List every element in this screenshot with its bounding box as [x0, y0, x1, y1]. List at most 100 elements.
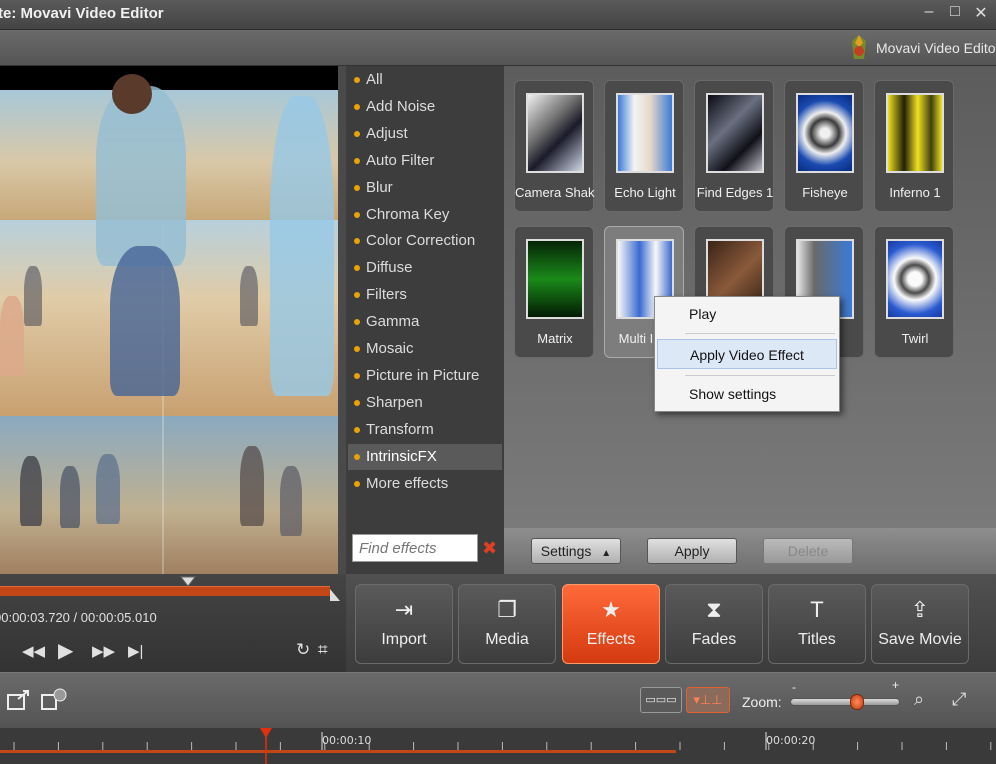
effect-card[interactable]: Echo Light [604, 80, 684, 212]
maximize-button[interactable]: □ [944, 3, 966, 21]
category-label: Blur [366, 178, 393, 196]
effect-thumbnail [706, 93, 764, 173]
menu-divider [685, 333, 835, 334]
end-marker-icon[interactable] [328, 588, 342, 602]
crop-icon[interactable]: ⌗ [318, 640, 328, 660]
category-item[interactable]: Filters [348, 282, 502, 308]
bullet-icon [354, 292, 360, 299]
category-item[interactable]: Diffuse [348, 255, 502, 281]
close-icon[interactable]: ✖ [482, 538, 497, 559]
category-label: Chroma Key [366, 205, 450, 223]
find-effects-input[interactable] [352, 534, 478, 562]
zoom-fit-icon[interactable]: ⌕ [914, 689, 924, 710]
effect-label: Fisheye [802, 185, 848, 200]
effect-card[interactable]: Matrix [514, 226, 594, 358]
category-item[interactable]: Add Noise [348, 94, 502, 120]
category-item[interactable]: Chroma Key [348, 202, 502, 228]
timecode-display: 00:00:03.720 / 00:00:05.010 [0, 610, 157, 625]
play-icon[interactable]: ▶ [58, 638, 73, 663]
category-item[interactable]: Blur [348, 175, 502, 201]
close-button[interactable]: ✕ [970, 3, 992, 23]
bullet-icon [354, 130, 360, 137]
person-figure [20, 456, 42, 526]
context-menu-apply-video-effect[interactable]: Apply Video Effect [657, 339, 837, 369]
category-label: Transform [366, 420, 434, 438]
export-clip-icon[interactable] [6, 687, 32, 713]
person-figure [24, 266, 42, 326]
category-item[interactable]: Picture in Picture [348, 363, 502, 389]
nav-button-save-movie[interactable]: ⇪ Save Movie [871, 584, 969, 664]
bullet-icon [354, 480, 360, 487]
storyboard-view-icon[interactable]: ▭▭▭ [640, 687, 682, 713]
playback-controls: 00:00:03.720 / 00:00:05.010 ◀◀ ▶ ▶▶ ▶| ↻… [0, 574, 346, 672]
category-item[interactable]: Transform [348, 417, 502, 443]
rewind-icon[interactable]: ◀◀ [22, 642, 45, 660]
clip-properties-icon[interactable] [40, 687, 68, 713]
bullet-icon [354, 77, 360, 83]
nav-button-titles[interactable]: T Titles [768, 584, 866, 664]
effect-label: Twirl [901, 331, 929, 346]
person-figure [240, 446, 264, 526]
fullscreen-icon[interactable]: ⤢ [952, 689, 966, 710]
category-item[interactable]: IntrinsicFX [348, 443, 502, 470]
nav-button-label: Import [381, 631, 427, 648]
category-item[interactable]: All [348, 67, 502, 93]
effect-card[interactable]: Twirl [874, 226, 954, 358]
movavi-video-editor-window: te: Movavi Video Editor – □ ✕ Movavi Vid… [0, 0, 996, 764]
category-item[interactable]: Auto Filter [348, 148, 502, 174]
person-figure [240, 266, 258, 326]
category-label: Gamma [366, 313, 420, 331]
zoom-slider-track[interactable] [790, 698, 900, 706]
effect-card[interactable]: Fisheye [784, 80, 864, 212]
category-item[interactable]: Sharpen [348, 390, 502, 416]
next-frame-icon[interactable]: ▶| [128, 642, 143, 660]
effect-card[interactable]: Camera Shake [514, 80, 595, 212]
rotate-icon[interactable]: ↻ [296, 640, 310, 660]
person-figure [60, 466, 80, 528]
effect-thumbnail [526, 93, 584, 173]
zoom-minus: - [792, 680, 796, 694]
nav-button-fades[interactable]: ⧗ Fades [665, 584, 763, 664]
title-bar: te: Movavi Video Editor – □ ✕ [0, 0, 996, 30]
nav-button-import[interactable]: ⇥ Import [355, 584, 453, 664]
effect-card[interactable]: Inferno 1 [874, 80, 954, 212]
nav-button-media[interactable]: ❐ Media [458, 584, 556, 664]
delete-button[interactable]: Delete [763, 538, 853, 564]
bullet-icon [354, 103, 360, 110]
category-item[interactable]: Adjust [348, 121, 502, 147]
nav-button-effects[interactable]: ★ Effects [562, 584, 660, 664]
zoom-slider-handle[interactable] [850, 694, 864, 710]
category-item[interactable]: Mosaic [348, 336, 502, 362]
minimize-button[interactable]: – [918, 3, 940, 21]
context-menu-play[interactable]: Play [657, 299, 837, 329]
category-label: Diffuse [366, 259, 413, 277]
effect-actions-bar: Settings ▲ Apply Delete [504, 528, 996, 574]
timeline-ruler[interactable]: 00:00:10 00:00:20 [0, 728, 996, 764]
media-icon: ❐ [497, 597, 517, 622]
effect-label: Echo Light [614, 185, 676, 200]
category-item[interactable]: Color Correction [348, 228, 502, 254]
playhead-marker-icon[interactable] [180, 576, 196, 588]
category-label: All [366, 71, 383, 88]
person-figure [96, 86, 186, 266]
timeline-view-icon[interactable]: ▾⊥⊥ [686, 687, 730, 713]
category-label: Sharpen [366, 393, 423, 411]
context-menu-show-settings[interactable]: Show settings [657, 379, 837, 409]
current-time: 00:00:03.720 [0, 610, 70, 625]
playback-progress-bar[interactable] [0, 586, 330, 596]
star-icon: ★ [601, 597, 621, 622]
category-label: Filters [366, 286, 407, 304]
bullet-icon [354, 453, 360, 460]
bullet-icon [354, 157, 360, 164]
category-item[interactable]: More effects [348, 471, 502, 497]
bullet-icon [354, 184, 360, 191]
apply-button[interactable]: Apply [647, 538, 737, 564]
settings-button[interactable]: Settings ▲ [531, 538, 621, 564]
person-figure [112, 74, 152, 114]
category-item[interactable]: Gamma [348, 309, 502, 335]
fades-icon: ⧗ [706, 597, 722, 622]
settings-label: Settings [540, 543, 592, 559]
fast-forward-icon[interactable]: ▶▶ [92, 642, 115, 660]
bullet-icon [354, 211, 360, 218]
effect-card[interactable]: Find Edges 1 [694, 80, 774, 212]
